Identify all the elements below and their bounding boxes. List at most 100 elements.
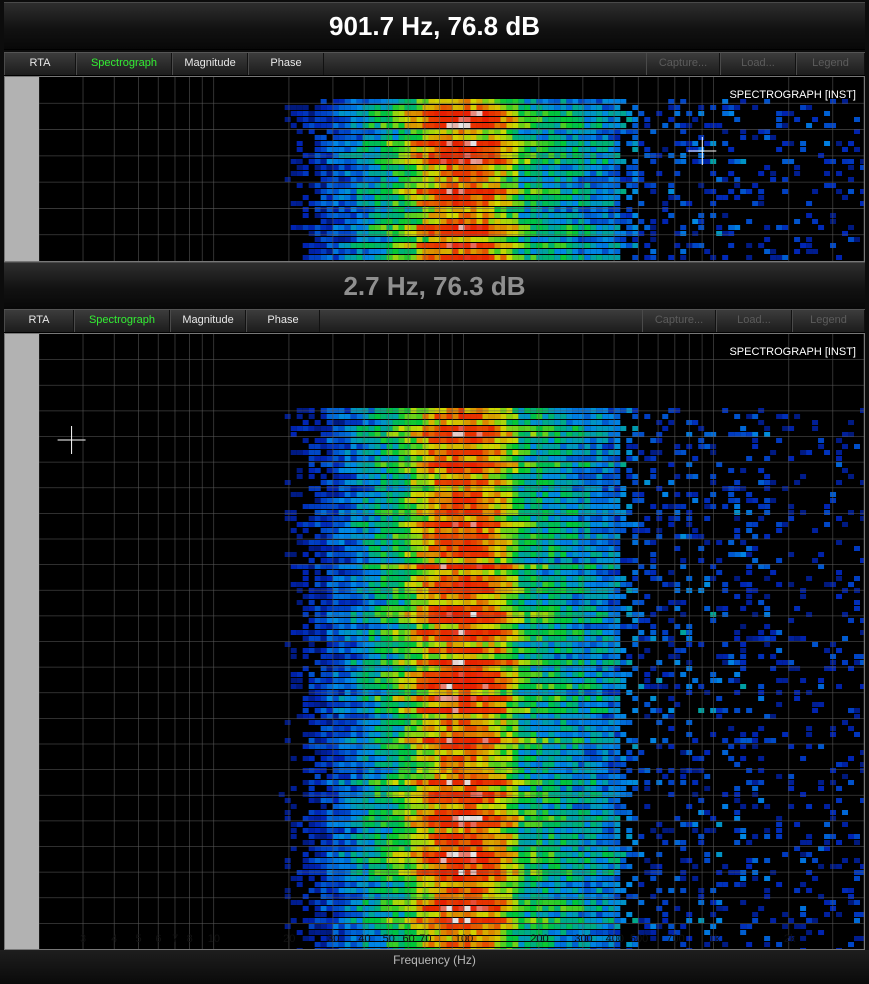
bottom-spectrum-cell xyxy=(542,582,549,587)
top-spectrum-cell xyxy=(410,111,417,116)
bottom-spectrum-cell xyxy=(374,540,381,545)
capture-button[interactable]: Capture... xyxy=(646,53,720,75)
tab-spectrograph[interactable]: Spectrograph xyxy=(76,53,172,75)
top-spectrum-cell xyxy=(734,177,741,182)
top-spectrum-cell xyxy=(350,171,357,176)
top-spectrum-cell xyxy=(566,111,573,116)
bottom-spectrum-cell xyxy=(398,534,405,539)
top-spectrograph-plot[interactable]: SPECTROGRAPH [INST] xyxy=(39,77,864,261)
top-spectrum-cell xyxy=(548,111,555,116)
bottom-spectrum-cell xyxy=(644,648,651,653)
capture-button-bottom[interactable]: Capture... xyxy=(642,310,716,332)
bottom-spectrum-cell xyxy=(428,528,435,533)
tab-magnitude-bottom[interactable]: Magnitude xyxy=(170,310,246,332)
bottom-spectrum-cell xyxy=(530,510,537,515)
top-spectrum-cell xyxy=(398,195,405,200)
top-spectrum-cell xyxy=(782,255,789,260)
bottom-spectrum-cell xyxy=(488,492,495,497)
bottom-spectrum-cell xyxy=(704,540,711,545)
bottom-spectrograph-canvas[interactable] xyxy=(39,334,864,949)
bottom-spectrum-cell xyxy=(494,486,501,491)
top-spectrum-cell xyxy=(386,237,393,242)
top-time-strip xyxy=(5,77,39,261)
bottom-spectrum-cell xyxy=(590,630,597,635)
top-spectrum-cell xyxy=(380,165,387,170)
top-spectrum-cell xyxy=(572,159,579,164)
load-button[interactable]: Load... xyxy=(720,53,796,75)
tab-magnitude[interactable]: Magnitude xyxy=(172,53,248,75)
bottom-spectrum-cell xyxy=(500,528,507,533)
bottom-spectrum-cell xyxy=(386,600,393,605)
top-spectrum-cell xyxy=(326,201,333,206)
top-spectrum-cell xyxy=(518,207,525,212)
tab-phase[interactable]: Phase xyxy=(248,53,324,75)
bottom-spectrum-cell xyxy=(440,606,447,611)
bottom-spectrum-cell xyxy=(530,444,537,449)
bottom-spectrum-cell xyxy=(530,630,537,635)
bottom-spectrum-cell xyxy=(596,648,603,653)
top-spectrum-cell xyxy=(650,189,657,194)
bottom-spectrum-cell xyxy=(560,558,567,563)
bottom-spectrum-cell xyxy=(776,702,783,707)
top-spectrum-cell xyxy=(350,141,357,146)
bottom-spectrum-cell xyxy=(632,456,639,461)
bottom-spectrum-cell xyxy=(338,486,345,491)
top-spectrum-cell xyxy=(602,165,609,170)
bottom-spectrum-cell xyxy=(554,552,561,557)
bottom-spectrum-cell xyxy=(548,600,555,605)
bottom-spectrum-cell xyxy=(332,552,339,557)
legend-button-bottom[interactable]: Legend xyxy=(792,310,865,332)
top-spectrum-cell xyxy=(530,255,537,260)
tab-rta[interactable]: RTA xyxy=(4,53,76,75)
bottom-spectrum-cell xyxy=(542,696,549,701)
bottom-spectrum-cell xyxy=(548,450,555,455)
bottom-spectrum-cell xyxy=(392,474,399,479)
top-spectrum-cell xyxy=(362,171,369,176)
top-spectrum-cell xyxy=(524,243,531,248)
legend-button[interactable]: Legend xyxy=(796,53,865,75)
top-spectrum-cell xyxy=(560,225,567,230)
tab-spectrograph-bottom[interactable]: Spectrograph xyxy=(74,310,170,332)
bottom-spectrum-cell xyxy=(500,672,507,677)
bottom-spectrum-cell xyxy=(596,618,603,623)
bottom-spectrum-cell xyxy=(554,510,561,515)
top-spectrum-cell xyxy=(326,147,333,152)
tab-phase-bottom[interactable]: Phase xyxy=(246,310,320,332)
bottom-spectrum-cell xyxy=(422,600,429,605)
bottom-spectrum-cell xyxy=(368,624,375,629)
top-spectrum-cell xyxy=(680,231,687,236)
tab-rta-bottom[interactable]: RTA xyxy=(4,310,74,332)
top-spectrum-cell xyxy=(608,117,615,122)
bottom-spectrograph-plot[interactable]: SPECTROGRAPH [INST] xyxy=(39,334,864,949)
top-spectrum-cell xyxy=(860,201,864,206)
bottom-spectrum-cell xyxy=(566,672,573,677)
top-spectrum-cell xyxy=(512,159,519,164)
bottom-spectrum-cell xyxy=(344,696,351,701)
top-spectrum-cell xyxy=(620,189,627,194)
bottom-spectrum-cell xyxy=(416,498,423,503)
bottom-spectrum-cell xyxy=(338,498,345,503)
top-spectrum-cell xyxy=(554,123,561,128)
top-spectrum-cell xyxy=(350,123,357,128)
top-spectrum-cell xyxy=(302,111,309,116)
top-spectrum-cell xyxy=(524,225,531,230)
bottom-spectrum-cell xyxy=(470,480,477,485)
bottom-spectrum-cell xyxy=(626,510,633,515)
bottom-spectrum-cell xyxy=(338,528,345,533)
bottom-spectrum-cell xyxy=(620,528,627,533)
top-spectrum-cell xyxy=(332,111,339,116)
load-button-bottom[interactable]: Load... xyxy=(716,310,792,332)
bottom-spectrum-cell xyxy=(392,576,399,581)
top-spectrum-cell xyxy=(356,141,363,146)
bottom-spectrum-cell xyxy=(602,486,609,491)
bottom-spectrum-cell xyxy=(680,648,687,653)
bottom-spectrum-cell xyxy=(752,522,759,527)
top-spectrum-cell xyxy=(392,201,399,206)
bottom-spectrum-cell xyxy=(356,456,363,461)
bottom-spectrum-cell xyxy=(506,498,513,503)
bottom-spectrum-cell xyxy=(614,504,621,509)
top-spectrum-cell xyxy=(536,177,543,182)
top-spectrum-cell xyxy=(812,117,819,122)
top-spectrum-cell xyxy=(482,225,489,230)
top-spectrograph-canvas[interactable] xyxy=(39,77,864,261)
